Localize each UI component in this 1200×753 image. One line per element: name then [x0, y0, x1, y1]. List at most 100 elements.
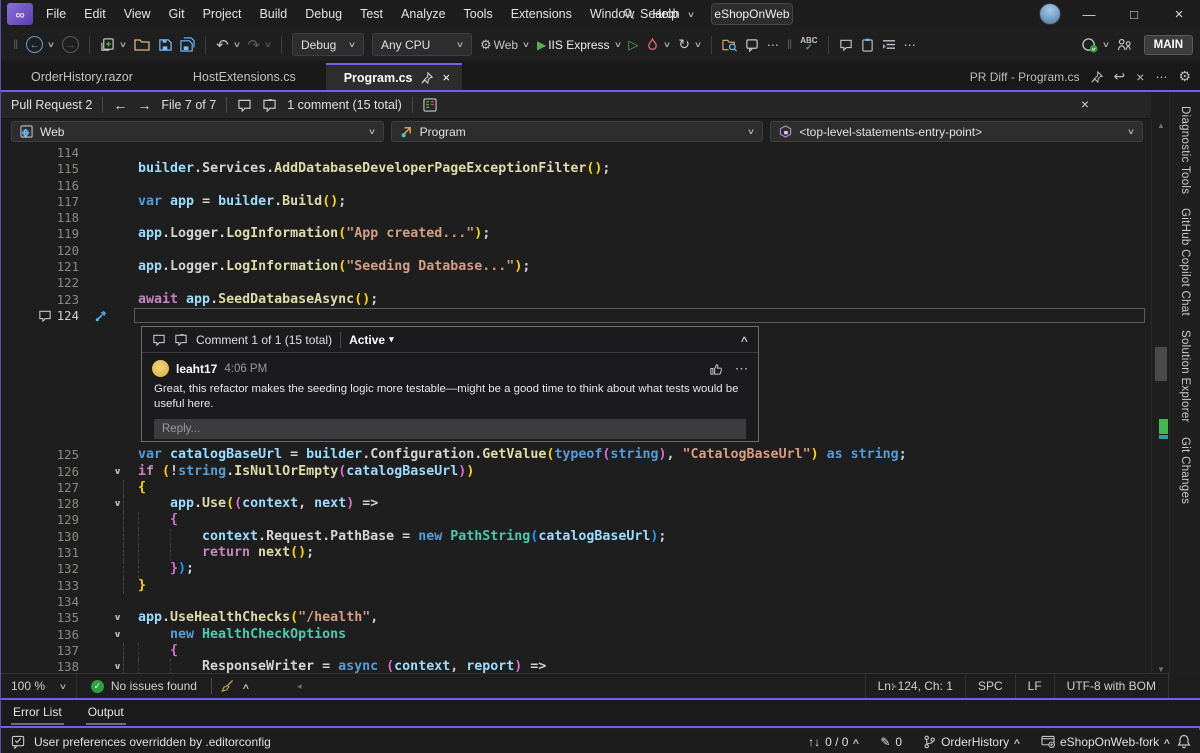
pin-icon[interactable] — [1091, 71, 1103, 83]
member-dropdown[interactable]: <top-level-statements-entry-point> ∨ — [770, 121, 1143, 142]
copilot-button[interactable]: ∨ — [1077, 34, 1113, 56]
line-number[interactable]: 135 — [1, 610, 79, 626]
start-debugging-button[interactable]: ▶IIS Express∨ — [533, 35, 624, 55]
line-number[interactable]: 125 — [1, 447, 79, 463]
line-number[interactable]: 137 — [1, 643, 79, 659]
sidetab-solution-explorer[interactable]: Solution Explorer — [1179, 330, 1191, 423]
next-comment-icon[interactable] — [262, 99, 277, 112]
line-number[interactable]: 116 — [1, 178, 79, 194]
line-number[interactable]: 127 — [1, 480, 79, 496]
menu-item-git[interactable]: Git — [160, 0, 194, 28]
sidetab-github-copilot-chat[interactable]: GitHub Copilot Chat — [1179, 208, 1191, 316]
code-line-129[interactable]: 129{ — [1, 512, 1151, 528]
line-number[interactable]: 132 — [1, 561, 79, 577]
line-number[interactable]: 126 — [1, 464, 79, 480]
branch-picker-main-button[interactable]: MAIN — [1144, 35, 1193, 55]
code-line-133[interactable]: 133} — [1, 578, 1151, 594]
code-line-137[interactable]: 137{ — [1, 643, 1151, 659]
unsaved-edits-indicator[interactable]: ✎ 0 — [880, 735, 902, 749]
close-diff-icon[interactable]: × — [1136, 69, 1144, 85]
live-share-button[interactable] — [1113, 35, 1136, 55]
code-line-131[interactable]: 131return next(); — [1, 545, 1151, 561]
expand-icon[interactable]: ∧ — [241, 682, 250, 691]
solution-configuration-dropdown[interactable]: Debug∨ — [292, 33, 364, 56]
menu-item-extensions[interactable]: Extensions — [502, 0, 581, 28]
type-dropdown[interactable]: Program ∨ — [391, 121, 764, 142]
margin-comment-icon[interactable] — [38, 310, 52, 322]
code-editor[interactable]: 114115builder.Services.AddDatabaseDevelo… — [1, 145, 1151, 677]
navigate-forward-button[interactable]: → — [58, 33, 83, 56]
thumbs-up-icon[interactable] — [709, 362, 723, 376]
line-number[interactable]: 117 — [1, 194, 79, 210]
feedback-button[interactable] — [741, 35, 763, 55]
code-line-114[interactable]: 114 — [1, 145, 1151, 161]
close-pr-bar-icon[interactable]: × — [1081, 96, 1089, 112]
menu-item-analyze[interactable]: Analyze — [392, 0, 454, 28]
line-number[interactable]: 121 — [1, 259, 79, 275]
line-number[interactable]: 120 — [1, 243, 79, 259]
toolbar-overflow-button[interactable]: ⋯ — [763, 35, 783, 55]
menu-item-project[interactable]: Project — [194, 0, 251, 28]
tab-hostextensions[interactable]: HostExtensions.cs — [163, 63, 326, 90]
zoom-dropdown[interactable]: 100 % ∨ — [1, 674, 77, 698]
quick-actions-screwdriver-icon[interactable] — [95, 310, 107, 322]
diff-view-icon[interactable] — [423, 98, 437, 112]
code-line-120[interactable]: 120 — [1, 243, 1151, 259]
line-number[interactable]: 119 — [1, 226, 79, 242]
line-ending-indicator[interactable]: LF — [1015, 674, 1054, 698]
issues-status-label[interactable]: No issues found — [111, 679, 197, 693]
code-line-136[interactable]: 136∨new HealthCheckOptions — [1, 627, 1151, 643]
line-number[interactable]: 130 — [1, 529, 79, 545]
line-number[interactable]: 115 — [1, 161, 79, 177]
search-menu[interactable]: Search ∨ — [623, 0, 693, 28]
solution-platform-dropdown[interactable]: Any CPU∨ — [372, 33, 472, 56]
line-number[interactable]: 136 — [1, 627, 79, 643]
next-file-arrow-icon[interactable]: → — [137, 97, 151, 113]
hot-reload-button[interactable]: ∨ — [642, 35, 674, 55]
user-avatar[interactable] — [1039, 3, 1061, 25]
code-line-134[interactable]: 134 — [1, 594, 1151, 610]
code-line-128[interactable]: 128∨app.Use((context, next) => — [1, 496, 1151, 512]
tab-program-active[interactable]: Program.cs × — [326, 63, 462, 90]
code-line-125[interactable]: 125var catalogBaseUrl = builder.Configur… — [1, 447, 1151, 463]
line-number[interactable]: 122 — [1, 275, 79, 291]
new-item-button[interactable]: ∨ — [96, 34, 130, 55]
current-branch-button[interactable]: OrderHistory ∧ — [923, 735, 1020, 749]
comment-button[interactable] — [835, 36, 857, 54]
code-line-122[interactable]: 122 — [1, 275, 1151, 291]
code-line-121[interactable]: 121app.Logger.LogInformation("Seeding Da… — [1, 259, 1151, 275]
comment-options-icon[interactable]: ⋯ — [735, 361, 748, 377]
pin-icon[interactable] — [421, 72, 433, 84]
sidetab-diagnostic-tools[interactable]: Diagnostic Tools — [1179, 106, 1191, 194]
paste-button[interactable] — [857, 35, 878, 55]
sync-commits-button[interactable]: ↑↓ 0 / 0 ∧ — [808, 735, 859, 749]
horizontal-scrollbar[interactable]: ◂ ▸ — [297, 679, 897, 694]
prev-comment-icon[interactable] — [237, 99, 252, 112]
code-line-126[interactable]: 126∨if (!string.IsNullOrEmpty(catalogBas… — [1, 464, 1151, 480]
editor-settings-gear-icon[interactable]: ⚙ — [1178, 68, 1191, 85]
minimize-button[interactable]: — — [1067, 0, 1111, 28]
code-line-124[interactable]: 124 — [1, 308, 1151, 324]
menu-item-debug[interactable]: Debug — [296, 0, 351, 28]
vertical-scrollbar[interactable]: ▲ ▼ — [1151, 119, 1169, 677]
line-number[interactable]: 114 — [1, 145, 79, 161]
reply-input[interactable]: Reply... — [154, 419, 746, 439]
code-line-116[interactable]: 116 — [1, 178, 1151, 194]
tab-error-list[interactable]: Error List — [11, 701, 64, 725]
open-folder-button[interactable] — [130, 35, 154, 54]
line-number[interactable]: 128 — [1, 496, 79, 512]
line-number[interactable]: 131 — [1, 545, 79, 561]
code-line-117[interactable]: 117var app = builder.Build(); — [1, 194, 1151, 210]
scrollbar-thumb[interactable] — [1155, 347, 1167, 381]
line-number[interactable]: 133 — [1, 578, 79, 594]
next-comment-icon[interactable] — [174, 334, 188, 346]
comment-status-dropdown[interactable]: Active ▾ — [349, 333, 394, 347]
line-number[interactable]: 118 — [1, 210, 79, 226]
menu-item-tools[interactable]: Tools — [455, 0, 502, 28]
notifications-bell-icon[interactable] — [1177, 734, 1191, 749]
code-line-127[interactable]: 127{ — [1, 480, 1151, 496]
menu-item-view[interactable]: View — [115, 0, 160, 28]
format-button[interactable] — [878, 36, 900, 54]
navigate-back-button[interactable]: ←∨ — [22, 33, 58, 56]
toolbar-overflow-2-button[interactable]: ⋯ — [900, 35, 920, 55]
